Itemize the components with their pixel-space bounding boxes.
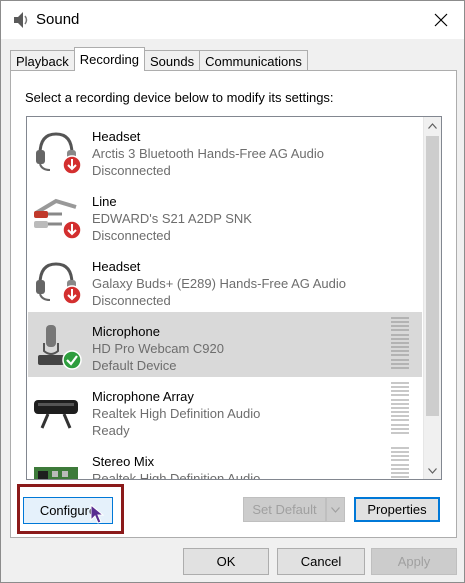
window-title: Sound: [36, 11, 80, 28]
cancel-button[interactable]: Cancel: [277, 548, 365, 575]
device-row-line[interactable]: Line EDWARD's S21 A2DP SNK Disconnected: [28, 182, 422, 247]
scroll-up-button[interactable]: [424, 117, 441, 134]
level-meter: [391, 382, 409, 434]
configure-button-label: Configure: [39, 503, 97, 518]
headset-icon: [36, 262, 82, 305]
device-status: Default Device: [92, 358, 177, 373]
set-default-dropdown-button[interactable]: [326, 497, 345, 522]
device-status: Ready: [92, 423, 130, 438]
device-name: Headset: [92, 259, 141, 274]
apply-button-label: Apply: [397, 554, 431, 569]
level-meter: [391, 317, 409, 369]
tab-recording[interactable]: Recording: [73, 47, 146, 71]
device-row-headset-arctis[interactable]: Headset Arctis 3 Bluetooth Hands-Free AG…: [28, 117, 422, 182]
device-info: Microphone HD Pro Webcam C920 Default De…: [92, 323, 224, 374]
device-list[interactable]: Headset Arctis 3 Bluetooth Hands-Free AG…: [26, 116, 442, 480]
device-info: Headset Arctis 3 Bluetooth Hands-Free AG…: [92, 128, 324, 179]
properties-button-label: Properties: [367, 502, 427, 517]
title-bar: Sound: [1, 1, 464, 39]
device-row-stereo-mix[interactable]: Stereo Mix Realtek High Definition Audio: [28, 442, 422, 480]
chevron-down-icon: [428, 467, 437, 474]
device-description: HD Pro Webcam C920: [92, 341, 224, 356]
chevron-down-icon: [331, 506, 340, 513]
tab-communications[interactable]: Communications: [199, 50, 308, 71]
scroll-down-button[interactable]: [424, 462, 441, 479]
device-description: EDWARD's S21 A2DP SNK: [92, 211, 252, 226]
recording-panel: Select a recording device below to modif…: [10, 70, 457, 538]
properties-button[interactable]: Properties: [354, 497, 440, 522]
device-row-microphone[interactable]: Microphone HD Pro Webcam C920 Default De…: [28, 312, 422, 377]
device-info: Stereo Mix Realtek High Definition Audio: [92, 453, 261, 480]
device-description: Galaxy Buds+ (E289) Hands-Free AG Audio: [92, 276, 346, 291]
device-info: Microphone Array Realtek High Definition…: [92, 388, 260, 439]
ok-button[interactable]: OK: [183, 548, 269, 575]
device-status: Disconnected: [92, 163, 171, 178]
close-button[interactable]: [418, 1, 464, 39]
speaker-icon: [14, 12, 28, 28]
tab-strip: Playback Recording Sounds Communications: [10, 47, 308, 71]
device-name: Stereo Mix: [92, 454, 155, 469]
device-name: Line: [92, 194, 117, 209]
cancel-button-label: Cancel: [300, 554, 342, 569]
device-description: Realtek High Definition Audio: [92, 406, 261, 421]
device-status: Disconnected: [92, 293, 171, 308]
device-description: Realtek High Definition Audio: [92, 471, 261, 480]
microphone-icon: [38, 325, 82, 370]
microphone-array-icon: [34, 400, 78, 429]
vertical-scrollbar[interactable]: [423, 117, 441, 479]
configure-button[interactable]: Configure: [23, 497, 113, 524]
ok-button-label: OK: [216, 554, 236, 569]
device-name: Microphone: [92, 324, 160, 339]
headset-icon: [36, 132, 82, 175]
device-info: Line EDWARD's S21 A2DP SNK Disconnected: [92, 193, 252, 244]
sound-dialog: Sound Playback Recording Sounds Communic…: [0, 0, 465, 583]
sound-card-icon: [34, 467, 78, 479]
disconnected-badge: [62, 220, 82, 240]
device-name: Headset: [92, 129, 141, 144]
disconnected-badge: [62, 155, 82, 175]
disconnected-badge: [62, 285, 82, 305]
device-description: Arctis 3 Bluetooth Hands-Free AG Audio: [92, 146, 324, 161]
device-status: Disconnected: [92, 228, 171, 243]
device-name: Microphone Array: [92, 389, 194, 404]
tab-sounds[interactable]: Sounds: [144, 50, 201, 71]
apply-button[interactable]: Apply: [371, 548, 457, 575]
device-row-microphone-array[interactable]: Microphone Array Realtek High Definition…: [28, 377, 422, 442]
close-icon: [434, 13, 448, 27]
default-device-check-badge: [62, 350, 82, 370]
device-row-headset-galaxy[interactable]: Headset Galaxy Buds+ (E289) Hands-Free A…: [28, 247, 422, 312]
tab-playback[interactable]: Playback: [10, 50, 75, 71]
scroll-thumb[interactable]: [426, 136, 439, 416]
line-in-cable-icon: [34, 198, 82, 240]
set-default-button[interactable]: Set Default: [243, 497, 326, 522]
instruction-text: Select a recording device below to modif…: [25, 90, 334, 105]
level-meter: [391, 447, 409, 479]
chevron-up-icon: [428, 122, 437, 129]
set-default-button-label: Set Default: [252, 502, 317, 517]
device-info: Headset Galaxy Buds+ (E289) Hands-Free A…: [92, 258, 346, 309]
